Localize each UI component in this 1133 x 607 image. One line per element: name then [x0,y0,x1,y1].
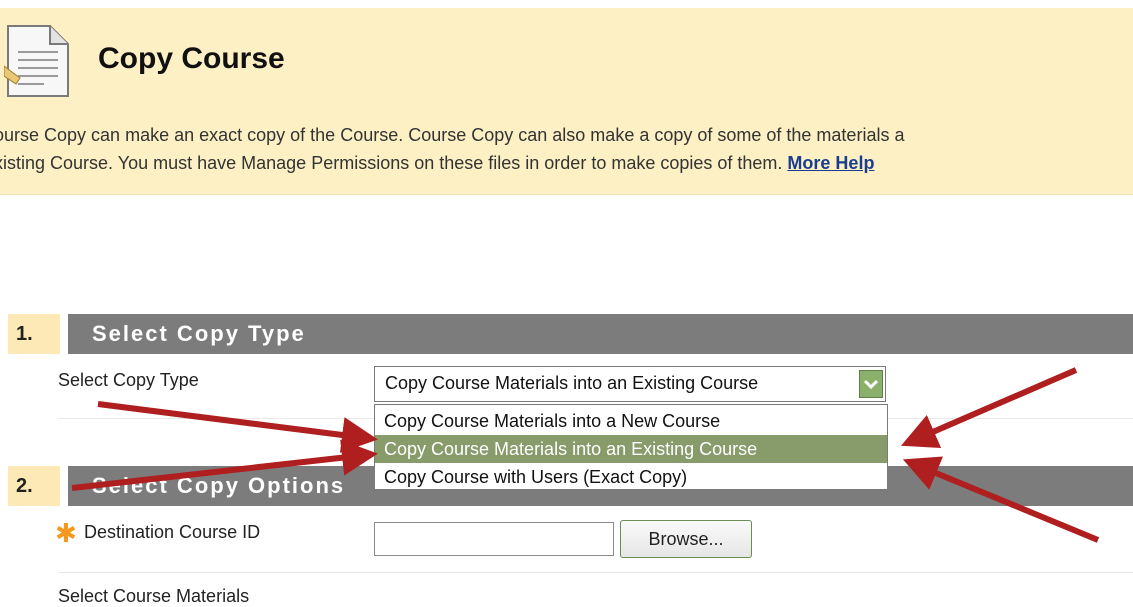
description-line-2: xisting Course. You must have Manage Per… [0,149,1133,177]
annotation-arrow [900,367,1078,448]
step-1-number: 1. [8,314,60,354]
chevron-down-icon [863,379,879,390]
option-new-course[interactable]: Copy Course Materials into a New Course [375,407,887,435]
page-description: ourse Copy can make an exact copy of the… [0,121,1133,177]
copy-type-select[interactable]: Copy Course Materials into an Existing C… [374,366,886,402]
row-divider [58,572,1133,573]
step-1-title: Select Copy Type [92,321,306,346]
annotation-arrow [97,401,378,453]
more-help-link[interactable]: More Help [787,153,874,173]
copy-type-options-list[interactable]: Copy Course Materials into a New Course … [374,404,888,490]
description-line-2-text: xisting Course. You must have Manage Per… [0,153,783,173]
document-icon [4,25,69,97]
browse-button[interactable]: Browse... [620,520,752,558]
page-title: Copy Course [98,42,285,75]
option-existing-course[interactable]: Copy Course Materials into an Existing C… [375,435,887,463]
dropdown-button[interactable] [859,370,883,398]
option-exact-copy[interactable]: Copy Course with Users (Exact Copy) [375,463,887,491]
step-2-title: Select Copy Options [92,473,346,498]
description-line-1: ourse Copy can make an exact copy of the… [0,125,905,145]
destination-course-id-label: Destination Course ID [84,522,261,542]
step-1-header: 1. Select Copy Type [8,314,1133,354]
required-star-icon: ✱ [55,518,77,548]
copy-type-selected-value: Copy Course Materials into an Existing C… [385,373,759,393]
copy-type-label: Select Copy Type [58,370,199,390]
step-1-bar: Select Copy Type [68,314,1133,354]
destination-course-id-input[interactable] [374,522,614,556]
step-2-number: 2. [8,466,60,506]
